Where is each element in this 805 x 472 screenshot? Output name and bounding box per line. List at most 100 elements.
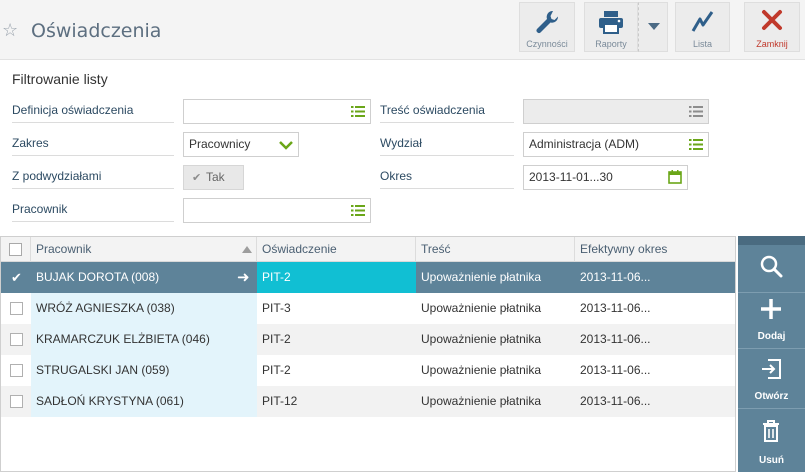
table-row[interactable]: SADŁOŃ KRYSTYNA (061) PIT-12 Upoważnieni…: [1, 386, 735, 417]
cell-pracownik: SADŁOŃ KRYSTYNA (061): [31, 386, 257, 417]
wydzial-value: Administracja (ADM): [529, 137, 640, 151]
cell-oswiadczenie: PIT-3: [262, 301, 291, 315]
pracownik-input[interactable]: [183, 198, 371, 223]
open-icon: [762, 359, 781, 379]
divider: [738, 408, 805, 409]
cell-oswiadczenie: PIT-2: [257, 262, 416, 293]
sort-ascending-icon: [242, 246, 252, 253]
raporty-label: Raporty: [595, 39, 627, 49]
okres-value: 2013-11-01...30: [529, 170, 613, 184]
table-row[interactable]: STRUGALSKI JAN (059) PIT-2 Upoważnienie …: [1, 355, 735, 386]
wydzial-label: Wydział: [380, 134, 514, 156]
raporty-dropdown-button[interactable]: [638, 2, 668, 52]
row-checkbox[interactable]: [10, 302, 23, 315]
cell-pracownik: KRAMARCZUK ELŻBIETA (046): [31, 324, 257, 355]
column-header-pracownik[interactable]: Pracownik: [31, 237, 257, 262]
zakres-value: Pracownicy: [189, 137, 251, 151]
favorite-star-icon[interactable]: ☆: [2, 21, 20, 39]
chevron-down-icon: [648, 23, 660, 30]
column-header-label: Treść: [421, 242, 451, 256]
column-header-okres[interactable]: Efektywny okres: [575, 237, 735, 262]
row-checkbox[interactable]: [10, 364, 23, 377]
divider: [738, 348, 805, 349]
cell-okres: 2013-11-06...: [580, 301, 651, 315]
table-row[interactable]: WRÓŻ AGNIESZKA (038) PIT-3 Upoważnienie …: [1, 293, 735, 324]
zamknij-button[interactable]: Zamknij: [744, 2, 800, 52]
wydzial-input[interactable]: Administracja (ADM): [523, 132, 709, 157]
podwydzialy-checkbox[interactable]: ✔ Tak: [183, 165, 244, 190]
pracownik-label: Pracownik: [12, 200, 174, 222]
list-icon[interactable]: [689, 105, 703, 118]
activity-icon: [691, 11, 713, 32]
cell-tresc: Upoważnienie płatnika: [421, 394, 542, 408]
column-header-tresc[interactable]: Treść: [416, 237, 575, 262]
side-panel-top-bar: [738, 236, 805, 245]
column-header-label: Pracownik: [36, 242, 92, 256]
column-header-label: Efektywny okres: [580, 242, 668, 256]
cell-oswiadczenie: PIT-2: [262, 332, 291, 346]
printer-icon: [599, 11, 623, 34]
table-row[interactable]: KRAMARCZUK ELŻBIETA (046) PIT-2 Upoważni…: [1, 324, 735, 355]
divider: [738, 292, 805, 293]
tresc-label: Treść oświadczenia: [380, 101, 514, 123]
wrench-icon: [536, 10, 559, 34]
row-checkbox[interactable]: [10, 333, 23, 346]
definicja-label: Definicja oświadczenia: [12, 101, 174, 123]
okres-label: Okres: [380, 167, 514, 189]
cell-okres: 2013-11-06...: [580, 363, 651, 377]
otworz-button[interactable]: Otwórz: [738, 350, 805, 406]
czynnosci-button[interactable]: Czynności: [519, 2, 575, 52]
podwydzialy-label: Z podwydziałami: [12, 167, 174, 189]
arrow-right-icon[interactable]: ➜: [237, 262, 250, 293]
side-action-panel: Dodaj Otwórz Usuń: [738, 236, 805, 472]
lista-button[interactable]: Lista: [675, 2, 730, 52]
zakres-select[interactable]: Pracownicy: [183, 132, 299, 157]
chevron-down-icon: [279, 141, 293, 150]
filter-title: Filtrowanie listy: [12, 71, 108, 87]
cell-tresc: Upoważnienie płatnika: [421, 301, 542, 315]
list-icon[interactable]: [351, 105, 365, 118]
tresc-input[interactable]: [523, 99, 709, 124]
okres-input[interactable]: 2013-11-01...30: [523, 165, 688, 190]
header-select-all[interactable]: [1, 237, 31, 262]
column-header-oswiadczenie[interactable]: Oświadczenie: [257, 237, 416, 262]
cell-pracownik: WRÓŻ AGNIESZKA (038): [31, 293, 257, 324]
raporty-button[interactable]: Raporty: [584, 2, 638, 52]
zamknij-label: Zamknij: [756, 39, 788, 49]
selected-check-icon[interactable]: ✔: [11, 262, 22, 293]
table-row[interactable]: ✔ BUJAK DOROTA (008) ➜ PIT-2 Upoważnieni…: [1, 262, 735, 293]
close-icon: [762, 10, 782, 30]
data-grid: Pracownik Oświadczenie Treść Efektywny o…: [0, 236, 736, 472]
cell-pracownik: BUJAK DOROTA (008): [36, 270, 160, 284]
cell-okres: 2013-11-06...: [580, 332, 651, 346]
cell-okres: 2013-11-06...: [580, 394, 651, 408]
cell-oswiadczenie: PIT-12: [262, 394, 298, 408]
cell-oswiadczenie: PIT-2: [262, 363, 291, 377]
cell-pracownik: STRUGALSKI JAN (059): [31, 355, 257, 386]
page-title: Oświadczenia: [31, 20, 162, 42]
definicja-input[interactable]: [183, 99, 371, 124]
cell-tresc: Upoważnienie płatnika: [421, 363, 542, 377]
search-button[interactable]: [738, 248, 805, 290]
usun-label: Usuń: [759, 455, 784, 466]
search-icon: [760, 255, 783, 278]
czynnosci-label: Czynności: [526, 39, 568, 49]
select-all-checkbox[interactable]: [9, 243, 22, 256]
check-icon: ✔: [192, 172, 202, 184]
row-checkbox[interactable]: [10, 395, 23, 408]
list-icon[interactable]: [689, 138, 703, 151]
list-icon[interactable]: [351, 204, 365, 217]
grid-header: Pracownik Oświadczenie Treść Efektywny o…: [1, 237, 735, 262]
plus-icon: [761, 299, 781, 319]
zakres-label: Zakres: [12, 134, 174, 156]
calendar-icon[interactable]: [668, 170, 682, 184]
cell-tresc: Upoważnienie płatnika: [421, 332, 542, 346]
dodaj-label: Dodaj: [757, 331, 786, 342]
cell-tresc: Upoważnienie płatnika: [421, 270, 542, 284]
usun-button[interactable]: Usuń: [738, 410, 805, 470]
cell-okres: 2013-11-06...: [580, 270, 651, 284]
column-header-label: Oświadczenie: [262, 242, 337, 256]
dodaj-button[interactable]: Dodaj: [738, 294, 805, 346]
window-header: ☆ Oświadczenia Czynności Raporty Lista Z…: [0, 0, 805, 60]
otworz-label: Otwórz: [754, 391, 789, 402]
